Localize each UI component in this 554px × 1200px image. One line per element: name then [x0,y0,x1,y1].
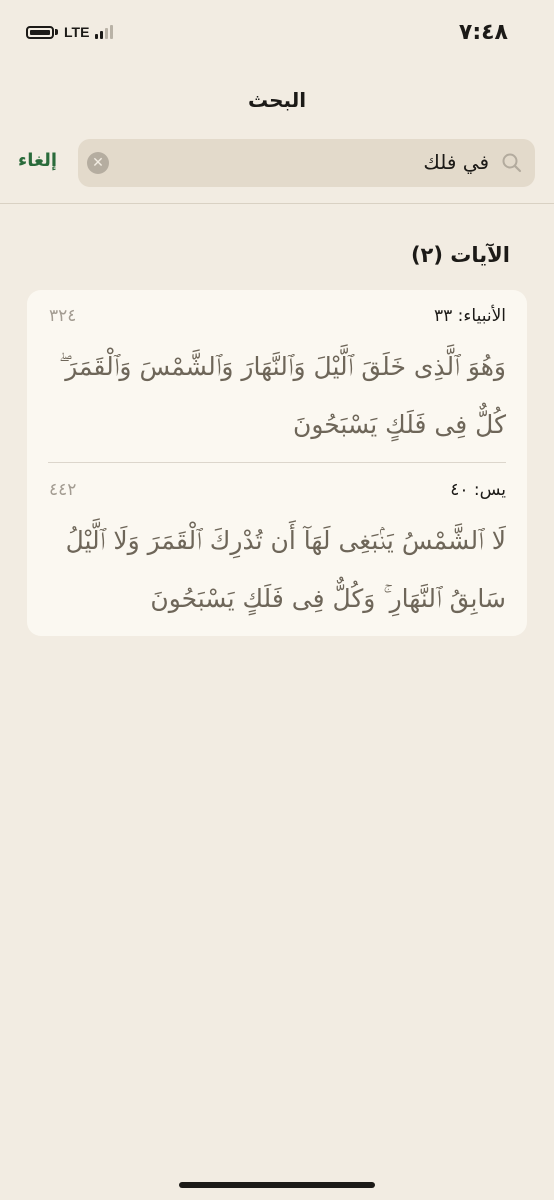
search-input[interactable]: في فلك ✕ [78,139,535,187]
page-number: ٤٤٢ [49,480,77,500]
cancel-button[interactable]: إلغاء [18,150,57,171]
result-divider [48,462,506,463]
page-number: ٣٢٤ [49,306,77,326]
results-card: الأنبياء: ٣٣ ٣٢٤ وَهُوَ ٱلَّذِى خَلَقَ ٱ… [27,290,527,636]
result-item[interactable]: يس: ٤٠ ٤٤٢ لَا ٱلشَّمْسُ يَنۢبَغِى لَهَآ… [27,464,527,636]
status-bar: LTE ٧:٤٨ [0,0,554,64]
battery-tip [55,29,58,35]
status-time: ٧:٤٨ [458,20,508,45]
result-item[interactable]: الأنبياء: ٣٣ ٣٢٤ وَهُوَ ٱلَّذِى خَلَقَ ٱ… [27,290,527,462]
header-divider [0,203,554,204]
status-indicators: LTE [26,24,114,40]
results-header: الآيات (٢) [410,243,510,267]
search-screen: LTE ٧:٤٨ البحث في فلك ✕ إلغاء الآيات (٢)… [0,0,554,1200]
page-title: البحث [247,88,307,112]
verse-reference: يس: ٤٠ [450,480,506,500]
network-type: LTE [64,24,90,40]
search-query[interactable]: في فلك [423,150,489,174]
verse-text: وَهُوَ ٱلَّذِى خَلَقَ ٱلَّيْلَ وَٱلنَّهَ… [58,352,506,439]
verse-text: لَا ٱلشَّمْسُ يَنۢبَغِى لَهَآ أَن تُدْرِ… [65,526,506,613]
search-icon [502,153,522,173]
home-indicator[interactable] [179,1182,375,1188]
battery-icon [26,25,54,39]
clear-icon[interactable]: ✕ [87,152,109,174]
signal-icon [95,25,114,39]
verse-reference: الأنبياء: ٣٣ [434,306,506,326]
